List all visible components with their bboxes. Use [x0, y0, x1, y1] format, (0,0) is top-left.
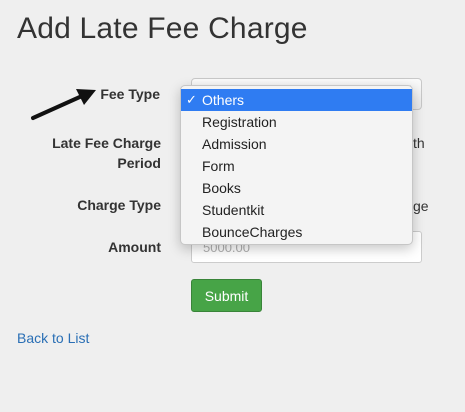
- late-fee-period-label: Late Fee Charge Period: [20, 133, 161, 173]
- fee-type-dropdown-menu: ✓ Others Registration Admission Form Boo…: [180, 85, 413, 245]
- option-label: Form: [202, 158, 235, 174]
- option-label: Books: [202, 180, 241, 196]
- add-late-fee-page: Add Late Fee Charge Fee Type ▲▼ Late Fee…: [0, 0, 465, 412]
- checkmark-icon: ✓: [186, 92, 197, 107]
- fee-type-option-others[interactable]: ✓ Others: [181, 89, 412, 111]
- option-label: Studentkit: [202, 202, 265, 218]
- option-label: BounceCharges: [202, 224, 303, 240]
- page-title: Add Late Fee Charge: [17, 12, 308, 45]
- late-fee-period-value-partial[interactable]: th: [413, 135, 425, 151]
- late-fee-period-label-line1: Late Fee Charge: [52, 135, 161, 151]
- charge-type-label: Charge Type: [77, 197, 161, 213]
- fee-type-option-books[interactable]: Books: [181, 177, 412, 199]
- fee-type-label: Fee Type: [100, 86, 160, 102]
- fee-type-option-admission[interactable]: Admission: [181, 133, 412, 155]
- option-label: Others: [202, 92, 245, 108]
- fee-type-option-bouncecharges[interactable]: BounceCharges: [181, 221, 412, 243]
- charge-type-value-partial[interactable]: ge: [413, 198, 429, 214]
- late-fee-period-label-line2: Period: [117, 155, 161, 171]
- fee-type-option-form[interactable]: Form: [181, 155, 412, 177]
- back-to-list-link[interactable]: Back to List: [17, 330, 89, 346]
- submit-button[interactable]: Submit: [191, 279, 262, 312]
- amount-label: Amount: [108, 239, 161, 255]
- option-label: Registration: [202, 114, 277, 130]
- fee-type-option-registration[interactable]: Registration: [181, 111, 412, 133]
- option-label: Admission: [202, 136, 267, 152]
- fee-type-option-studentkit[interactable]: Studentkit: [181, 199, 412, 221]
